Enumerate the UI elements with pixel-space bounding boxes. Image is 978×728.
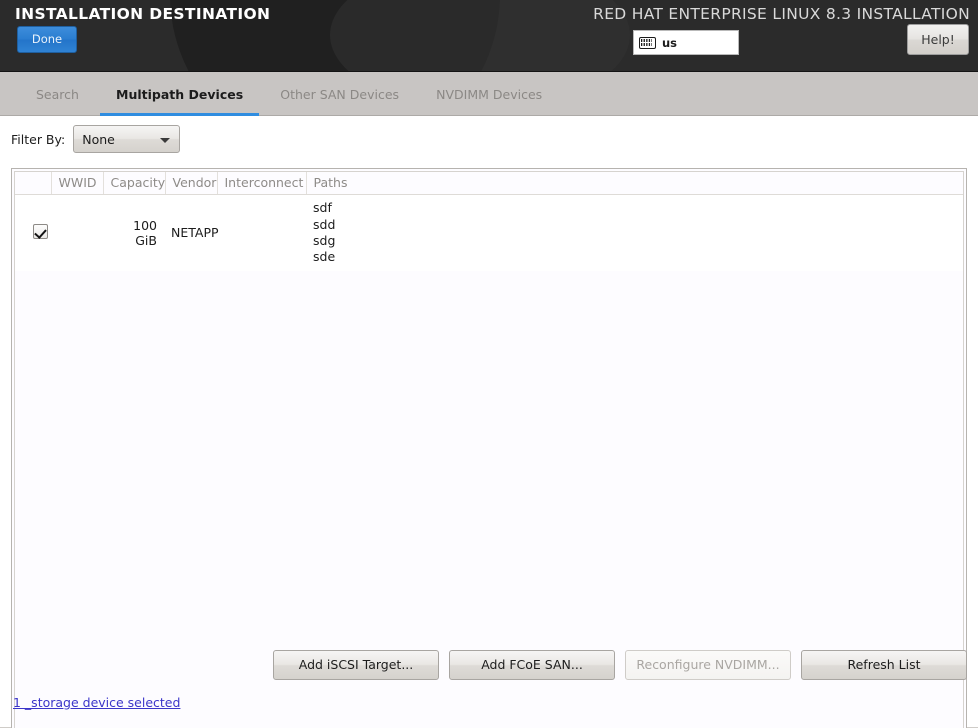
add-iscsi-target-button[interactable]: Add iSCSI Target... <box>273 650 439 680</box>
tab-nvdimm-devices[interactable]: NVDIMM Devices <box>420 72 558 116</box>
column-header-select[interactable] <box>15 172 52 195</box>
action-button-bar: Add iSCSI Target... Add FCoE SAN... Reco… <box>0 650 978 680</box>
row-select-cell <box>15 194 51 271</box>
filter-by-label: Filter By: <box>11 131 66 147</box>
table-row[interactable]: 100 GiB NETAPP sdf sdd sdg sde <box>15 194 963 271</box>
column-header-interconnect[interactable]: Interconnect <box>217 172 307 195</box>
keyboard-layout-label: us <box>662 35 678 50</box>
tab-content-panel: Filter By: None WWID Capacity Vendor Int… <box>0 116 978 728</box>
column-header-vendor[interactable]: Vendor <box>165 172 218 195</box>
cell-capacity: 100 GiB <box>103 194 165 271</box>
header-decoration-highlight <box>330 0 630 71</box>
device-table-scroll-area[interactable]: WWID Capacity Vendor Interconnect Paths <box>14 171 964 728</box>
filter-row: Filter By: None <box>0 116 181 162</box>
column-header-wwid[interactable]: WWID <box>51 172 104 195</box>
cell-interconnect <box>217 194 306 271</box>
table-header-row: WWID Capacity Vendor Interconnect Paths <box>15 172 963 195</box>
keyboard-icon <box>639 36 656 49</box>
cell-paths: sdf sdd sdg sde <box>306 194 963 271</box>
paths-list: sdf sdd sdg sde <box>313 198 963 267</box>
refresh-list-button[interactable]: Refresh List <box>801 650 967 680</box>
keyboard-layout-indicator[interactable]: us <box>633 30 739 55</box>
path-item: sdf <box>313 200 332 216</box>
tab-bar: Search Multipath Devices Other SAN Devic… <box>0 72 978 116</box>
page-title: INSTALLATION DESTINATION <box>15 5 271 23</box>
reconfigure-nvdimm-button: Reconfigure NVDIMM... <box>625 650 791 680</box>
help-button[interactable]: Help! <box>907 24 969 55</box>
device-table-panel: WWID Capacity Vendor Interconnect Paths <box>11 168 967 728</box>
installation-destination-screen: INSTALLATION DESTINATION Done RED HAT EN… <box>0 0 978 728</box>
tab-other-san-devices[interactable]: Other SAN Devices <box>264 72 415 116</box>
app-header: INSTALLATION DESTINATION Done RED HAT EN… <box>0 0 978 72</box>
column-header-capacity[interactable]: Capacity <box>103 172 166 195</box>
multipath-device-table: WWID Capacity Vendor Interconnect Paths <box>15 172 963 271</box>
path-item: sdg <box>313 232 336 248</box>
product-title: RED HAT ENTERPRISE LINUX 8.3 INSTALLATIO… <box>593 5 970 23</box>
tab-search[interactable]: Search <box>20 72 95 116</box>
done-button[interactable]: Done <box>17 26 77 53</box>
path-item: sdd <box>313 216 336 232</box>
chevron-down-icon <box>160 138 171 143</box>
device-select-checkbox[interactable] <box>33 223 48 239</box>
selected-devices-summary-link[interactable]: 1 _storage device selected <box>13 695 180 710</box>
cell-wwid <box>51 194 103 271</box>
column-header-paths[interactable]: Paths <box>306 172 963 195</box>
add-fcoe-san-button[interactable]: Add FCoE SAN... <box>449 650 615 680</box>
status-bar: 1 _storage device selected <box>0 690 978 728</box>
filter-by-select[interactable]: None <box>73 125 181 153</box>
path-item: sde <box>313 248 336 264</box>
filter-by-value: None <box>82 131 115 147</box>
cell-vendor: NETAPP <box>165 194 219 271</box>
tab-multipath-devices[interactable]: Multipath Devices <box>100 72 260 116</box>
